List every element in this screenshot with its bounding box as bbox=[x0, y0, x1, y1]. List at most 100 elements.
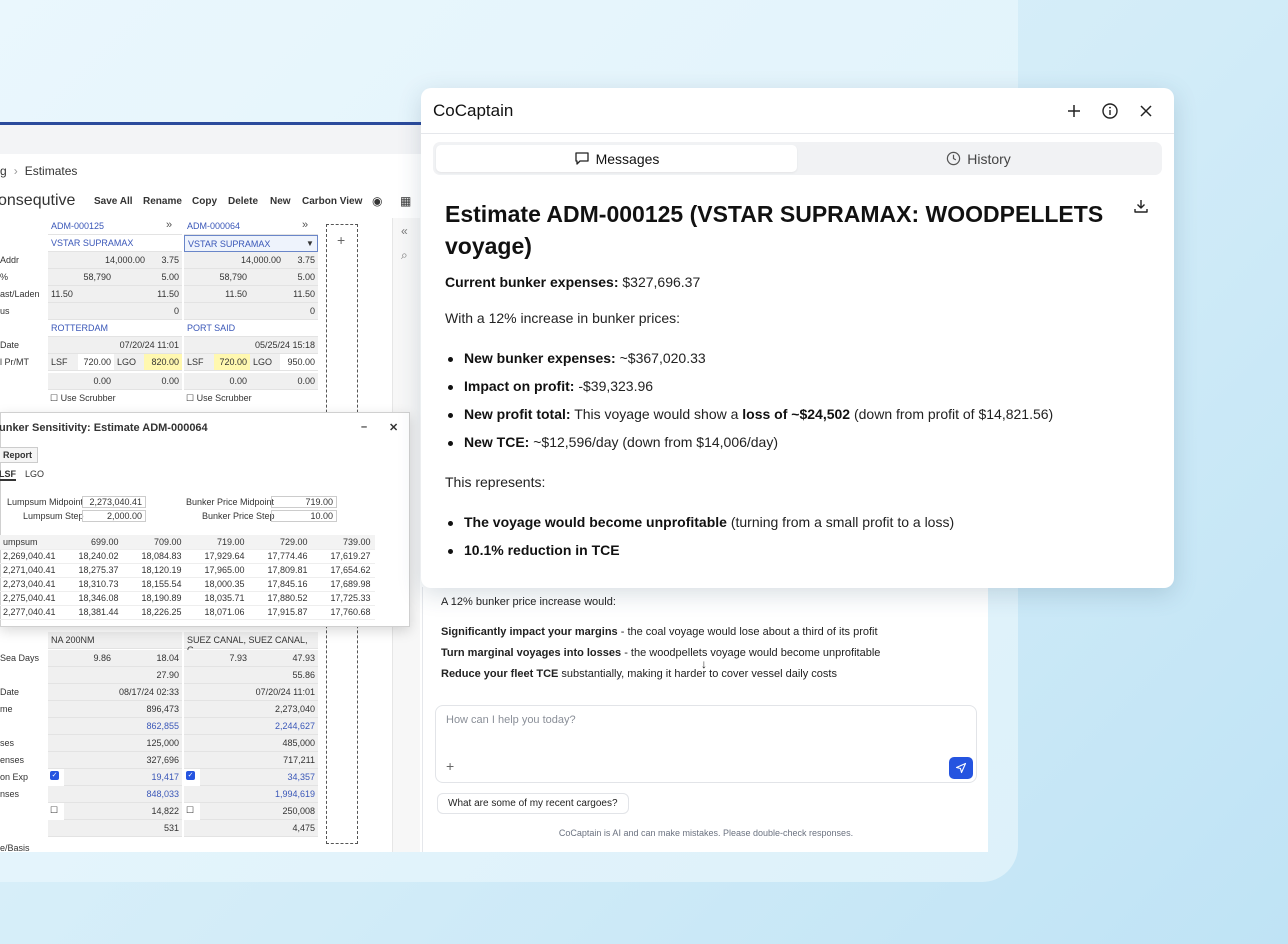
cell[interactable]: 55.86 bbox=[184, 667, 318, 684]
cell[interactable]: 11.50 bbox=[184, 286, 250, 303]
cell[interactable]: 862,855 bbox=[48, 718, 182, 735]
cell[interactable]: 5.00 bbox=[250, 269, 318, 286]
dropdown-arrow-icon[interactable]: ▼ bbox=[306, 239, 314, 248]
vessel-b-select[interactable]: VSTAR SUPRAMAX bbox=[184, 235, 318, 252]
cell[interactable]: 19,417 bbox=[64, 769, 182, 786]
tab-history[interactable]: History bbox=[798, 145, 1159, 172]
cell[interactable]: 14,000.00 bbox=[48, 252, 148, 269]
scroll-down-icon[interactable]: ↓ bbox=[701, 657, 707, 671]
cell[interactable]: 58,790 bbox=[184, 269, 250, 286]
cell[interactable]: 720.00 bbox=[214, 354, 250, 371]
tab-messages[interactable]: Messages bbox=[436, 145, 797, 172]
scrubber-checkbox[interactable]: ☐ Use Scrubber bbox=[50, 393, 116, 404]
vessel-a-link[interactable]: VSTAR SUPRAMAX bbox=[48, 235, 182, 252]
breadcrumb-item[interactable]: g bbox=[0, 164, 7, 178]
delete-button[interactable]: Delete bbox=[228, 196, 258, 207]
carbon-view-button[interactable]: Carbon View bbox=[302, 196, 362, 207]
cell[interactable]: 820.00 bbox=[144, 354, 182, 371]
cell[interactable]: 3.75 bbox=[148, 252, 182, 269]
scrubber-checkbox[interactable]: ☐ Use Scrubber bbox=[186, 393, 252, 404]
cell[interactable]: 531 bbox=[48, 820, 182, 837]
cell[interactable]: 4,475 bbox=[184, 820, 318, 837]
send-button[interactable] bbox=[949, 757, 973, 779]
estimate-b-link[interactable]: ADM-000064 bbox=[184, 218, 318, 235]
cell[interactable]: 125,000 bbox=[48, 735, 182, 752]
cell[interactable]: 5.00 bbox=[114, 269, 182, 286]
cell[interactable]: 1,994,619 bbox=[184, 786, 318, 803]
cell[interactable]: 0.00 bbox=[48, 373, 114, 390]
cell[interactable]: 11.50 bbox=[48, 286, 114, 303]
cell[interactable]: 58,790 bbox=[48, 269, 114, 286]
minimize-icon[interactable]: – bbox=[361, 421, 367, 433]
cell[interactable]: 720.00 bbox=[78, 354, 114, 371]
close-icon[interactable]: ✕ bbox=[389, 421, 398, 434]
cell[interactable]: NA 200NM bbox=[48, 632, 182, 649]
expand-icon[interactable]: » bbox=[166, 219, 172, 231]
cell[interactable]: 2,244,627 bbox=[184, 718, 318, 735]
row-label: us bbox=[0, 306, 10, 316]
cell[interactable]: 327,696 bbox=[48, 752, 182, 769]
globe-icon[interactable]: ◉ bbox=[372, 194, 386, 208]
estimate-a-link[interactable]: ADM-000125 bbox=[48, 218, 182, 235]
cell[interactable]: 11.50 bbox=[250, 286, 318, 303]
cell[interactable]: 07/20/24 11:01 bbox=[184, 684, 318, 701]
cell[interactable]: 0.00 bbox=[114, 373, 182, 390]
download-button[interactable] bbox=[1133, 198, 1149, 219]
cell[interactable]: 3.75 bbox=[284, 252, 318, 269]
new-button[interactable]: New bbox=[270, 196, 291, 207]
cell[interactable]: 2,273,040 bbox=[184, 701, 318, 718]
checked-checkbox[interactable]: ✓ bbox=[186, 771, 195, 780]
cell[interactable]: 34,357 bbox=[200, 769, 318, 786]
cell[interactable]: 47.93 bbox=[250, 650, 318, 667]
cell[interactable]: 14,000.00 bbox=[184, 252, 284, 269]
copy-button[interactable]: Copy bbox=[192, 196, 217, 207]
port-b-link[interactable]: PORT SAID bbox=[184, 320, 318, 337]
checkbox[interactable]: ☐ bbox=[50, 805, 58, 816]
cell[interactable]: 9.86 bbox=[48, 650, 114, 667]
chat-input[interactable] bbox=[446, 714, 926, 726]
checkbox[interactable]: ☐ bbox=[186, 805, 194, 816]
cell[interactable]: 250,008 bbox=[200, 803, 318, 820]
suggestion-chip[interactable]: What are some of my recent cargoes? bbox=[437, 793, 629, 814]
cell[interactable]: 18.04 bbox=[114, 650, 182, 667]
breadcrumb-item[interactable]: Estimates bbox=[25, 164, 78, 178]
cell[interactable]: SUEZ CANAL, SUEZ CANAL, G bbox=[184, 632, 318, 655]
lumpsum-step-input[interactable]: 2,000.00 bbox=[82, 510, 146, 522]
info-button[interactable] bbox=[1099, 100, 1121, 122]
table-header: 719.00 bbox=[185, 535, 249, 550]
plus-icon[interactable]: + bbox=[337, 232, 345, 248]
cell[interactable]: 0 bbox=[48, 303, 182, 320]
cell[interactable]: 717,211 bbox=[184, 752, 318, 769]
grid-icon[interactable]: ▦ bbox=[400, 194, 414, 208]
cell[interactable]: 0.00 bbox=[184, 373, 250, 390]
checked-checkbox[interactable]: ✓ bbox=[50, 771, 59, 780]
save-all-button[interactable]: Save All bbox=[94, 196, 133, 207]
tab-lgo[interactable]: LGO bbox=[25, 469, 44, 479]
cell[interactable]: 950.00 bbox=[280, 354, 318, 371]
cell[interactable]: 11.50 bbox=[114, 286, 182, 303]
cell[interactable]: 896,473 bbox=[48, 701, 182, 718]
tab-lsf[interactable]: LSF bbox=[0, 469, 16, 481]
search-icon[interactable]: ⌕ bbox=[401, 248, 408, 263]
close-button[interactable] bbox=[1135, 100, 1157, 122]
cell[interactable]: 7.93 bbox=[184, 650, 250, 667]
bunker-midpoint-input[interactable]: 719.00 bbox=[271, 496, 337, 508]
report-button[interactable]: Report bbox=[0, 447, 38, 463]
cell[interactable]: 0 bbox=[184, 303, 318, 320]
attach-plus-icon[interactable]: + bbox=[446, 758, 454, 774]
new-chat-button[interactable] bbox=[1063, 100, 1085, 122]
lumpsum-midpoint-input[interactable]: 2,273,040.41 bbox=[82, 496, 146, 508]
cell[interactable]: 05/25/24 15:18 bbox=[184, 337, 318, 354]
expand-icon[interactable]: » bbox=[302, 219, 308, 231]
cell[interactable]: 848,033 bbox=[48, 786, 182, 803]
collapse-icon[interactable]: « bbox=[401, 224, 408, 238]
cell[interactable]: 485,000 bbox=[184, 735, 318, 752]
cell[interactable]: 14,822 bbox=[64, 803, 182, 820]
cell[interactable]: 27.90 bbox=[48, 667, 182, 684]
rename-button[interactable]: Rename bbox=[143, 196, 182, 207]
port-a-link[interactable]: ROTTERDAM bbox=[48, 320, 182, 337]
cell[interactable]: 0.00 bbox=[250, 373, 318, 390]
cell[interactable]: 08/17/24 02:33 bbox=[48, 684, 182, 701]
cell[interactable]: 07/20/24 11:01 bbox=[48, 337, 182, 354]
bunker-step-input[interactable]: 10.00 bbox=[271, 510, 337, 522]
